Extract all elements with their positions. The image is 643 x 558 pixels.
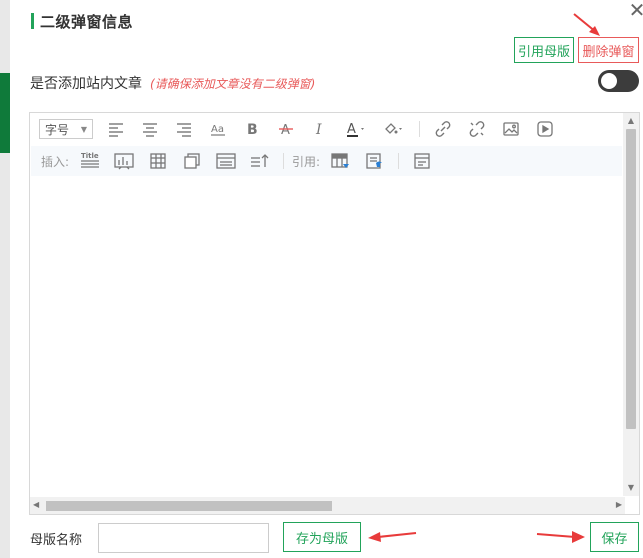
vertical-scrollbar[interactable]: ▲ ▼ (623, 113, 639, 496)
svg-text:I: I (315, 122, 322, 138)
add-article-label: 是否添加站内文章 (30, 76, 142, 92)
switch-knob (601, 73, 617, 89)
background-color-icon[interactable] (379, 117, 409, 141)
align-center-icon[interactable] (137, 117, 163, 141)
toolbar-divider (419, 121, 420, 137)
svg-text:A: A (281, 123, 290, 138)
font-color-icon[interactable]: A (341, 117, 371, 141)
chart-icon[interactable] (111, 149, 137, 173)
background-nav-highlight (0, 73, 10, 153)
scroll-left-icon[interactable]: ◀ (33, 500, 39, 509)
dialog-title-text: 二级弹窗信息 (40, 12, 134, 31)
editor-toolbar-primary: 字号 ▼ Aa B A I A (31, 114, 622, 144)
add-article-hint: (请确保添加文章没有二级弹窗) (150, 76, 316, 91)
font-size-select[interactable]: 字号 ▼ (39, 119, 93, 139)
editor-toolbar-insert: 插入: Title 引用: (31, 146, 622, 176)
panel-icon[interactable] (213, 149, 239, 173)
horizontal-scroll-thumb[interactable] (46, 501, 332, 511)
secondary-popup-dialog: 二级弹窗信息 ✕ 引用母版 删除弹窗 是否添加站内文章 (请确保添加文章没有二级… (10, 0, 643, 558)
font-size-label: 字号 (45, 122, 70, 137)
annotation-arrow-save (536, 531, 585, 543)
cite-table-icon[interactable] (328, 149, 354, 173)
annotation-arrow-save-template (368, 532, 417, 542)
svg-text:A: A (347, 122, 356, 137)
template-name-label: 母版名称 (30, 533, 83, 548)
editor-content[interactable] (31, 177, 622, 495)
background-page-strip (0, 0, 10, 558)
image-icon[interactable] (498, 117, 524, 141)
dialog-title: 二级弹窗信息 (31, 10, 133, 32)
save-button[interactable]: 保存 (590, 522, 639, 552)
svg-text:B: B (247, 122, 258, 138)
chevron-down-icon: ▼ (80, 124, 87, 134)
add-article-switch[interactable] (598, 70, 639, 92)
layer-icon[interactable] (179, 149, 205, 173)
scroll-up-icon[interactable]: ▲ (623, 116, 639, 126)
vertical-scroll-thumb[interactable] (626, 129, 636, 429)
toolbar-divider (283, 153, 285, 169)
cite-label: 引用: (292, 154, 321, 169)
cite-template-button[interactable]: 引用母版 (514, 37, 574, 63)
sort-icon[interactable] (247, 149, 273, 173)
unlink-icon[interactable] (464, 117, 490, 141)
add-article-toggle-row: 是否添加站内文章 (请确保添加文章没有二级弹窗) (30, 72, 315, 94)
annotation-arrow-delete (573, 13, 600, 36)
title-accent-bar (31, 13, 34, 29)
link-icon[interactable] (430, 117, 456, 141)
font-case-icon[interactable]: Aa (205, 117, 231, 141)
strikethrough-icon[interactable]: A (273, 117, 299, 141)
horizontal-scrollbar[interactable]: ◀ ▶ (30, 497, 625, 514)
table-icon[interactable] (145, 149, 171, 173)
title-icon-text: Title (81, 152, 99, 160)
template-name-input[interactable] (98, 523, 269, 553)
template-icon[interactable] (409, 149, 435, 173)
align-right-icon[interactable] (171, 117, 197, 141)
toolbar-divider (398, 153, 400, 169)
insert-label: 插入: (41, 154, 70, 169)
rich-text-editor: 字号 ▼ Aa B A I A 插入: Title 引用: ▲ ▼ ◀ ▶ (29, 112, 640, 515)
italic-icon[interactable]: I (307, 117, 333, 141)
title-icon[interactable]: Title (77, 149, 103, 173)
svg-text:Aa: Aa (211, 124, 224, 135)
scroll-down-icon[interactable]: ▼ (623, 483, 639, 493)
save-as-template-button[interactable]: 存为母版 (283, 522, 361, 552)
cite-doc-icon[interactable] (362, 149, 388, 173)
close-icon[interactable]: ✕ (627, 0, 643, 20)
delete-popup-button[interactable]: 删除弹窗 (578, 37, 639, 63)
bold-icon[interactable]: B (239, 117, 265, 141)
align-left-icon[interactable] (103, 117, 129, 141)
video-icon[interactable] (532, 117, 558, 141)
scroll-right-icon[interactable]: ▶ (616, 500, 622, 509)
